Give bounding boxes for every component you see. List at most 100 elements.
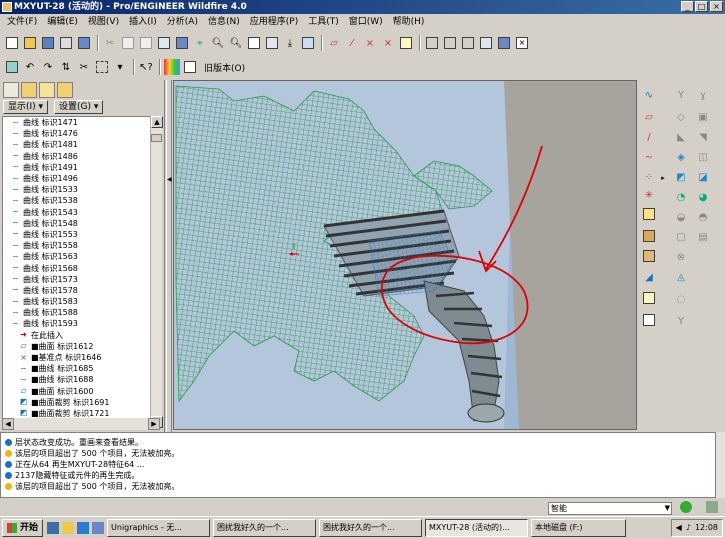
scroll-up-icon[interactable]: ▲: [151, 116, 163, 128]
hole-tool-icon[interactable]: Y: [673, 88, 689, 104]
chamfer-tool-icon[interactable]: ◈: [673, 150, 689, 166]
redo-icon[interactable]: ↷: [40, 59, 56, 75]
redraw-icon[interactable]: [174, 35, 190, 51]
zoom-out-icon[interactable]: 🔍︎: [228, 35, 244, 51]
copy-paste-tool-icon[interactable]: [641, 314, 657, 330]
tree-item[interactable]: ▱ ■曲面 标识1600: [3, 386, 151, 397]
analysis-tool-icon[interactable]: [641, 208, 657, 224]
legacy-version-button[interactable]: 旧版本(O): [204, 61, 245, 74]
scroll-thumb[interactable]: [151, 134, 162, 142]
note-tool-icon[interactable]: [641, 292, 657, 308]
speaker-icon[interactable]: ♪: [686, 520, 691, 536]
model-graphics[interactable]: [174, 81, 637, 430]
spin-center-icon[interactable]: ⌖: [192, 35, 208, 51]
menu-info[interactable]: 信息(N): [203, 15, 245, 30]
menu-tools[interactable]: 工具(T): [303, 15, 344, 30]
task-browser-2[interactable]: 困扰我好久的一个...: [319, 518, 423, 537]
hidden-line-icon[interactable]: [442, 35, 458, 51]
menu-insert[interactable]: 插入(I): [124, 15, 162, 30]
tree-item[interactable]: ∼ 曲线 标识1578: [3, 285, 151, 296]
menu-view[interactable]: 视图(V): [83, 15, 124, 30]
layers-icon[interactable]: [4, 59, 20, 75]
csys-display-icon[interactable]: ⨯: [380, 35, 396, 51]
scroll-right-icon[interactable]: ▶: [148, 418, 160, 430]
shading-icon[interactable]: [478, 35, 494, 51]
warp-tool-icon[interactable]: Y: [673, 314, 689, 330]
tree-item[interactable]: ∼ ■曲线 标识1688: [3, 374, 151, 385]
tray-arrow-icon[interactable]: ◀: [676, 520, 682, 536]
clock[interactable]: 12:08: [695, 520, 718, 536]
select-box-icon[interactable]: [94, 59, 110, 75]
tree-item[interactable]: ∼ 曲线 标识1563: [3, 251, 151, 262]
tree-item[interactable]: ∼ 曲线 标识1538: [3, 195, 151, 206]
tree-item[interactable]: ➜ 在此插入: [3, 330, 151, 341]
shaft-tool-icon[interactable]: ɣ: [695, 88, 711, 104]
tree-item[interactable]: ∼ 曲线 标识1548: [3, 218, 151, 229]
solidify-tool-icon[interactable]: ▢: [673, 230, 689, 246]
trim-tool-icon[interactable]: ◔: [673, 190, 689, 206]
tree-item[interactable]: ∼ 曲线 标识1588: [3, 307, 151, 318]
tree-item[interactable]: ∼ 曲线 标识1573: [3, 274, 151, 285]
model-tree-toggle-icon[interactable]: [496, 35, 512, 51]
mirror-tool-icon[interactable]: ◩: [673, 170, 689, 186]
offset-tool-icon[interactable]: ◒: [673, 210, 689, 226]
new-file-icon[interactable]: [4, 35, 20, 51]
no-hidden-icon[interactable]: [460, 35, 476, 51]
task-local-disk[interactable]: 本地磁盘 (F:): [531, 518, 627, 537]
cut-icon[interactable]: ✂: [102, 35, 118, 51]
reorient-icon[interactable]: [264, 35, 280, 51]
project-tool-icon[interactable]: ▤: [695, 230, 711, 246]
tree-item[interactable]: ∼ 曲线 标识1471: [3, 117, 151, 128]
maximize-button[interactable]: □: [695, 1, 708, 12]
saved-views-icon[interactable]: [300, 35, 316, 51]
rib-tool-icon[interactable]: ▣: [695, 110, 711, 126]
merge-tool-icon[interactable]: ◪: [695, 170, 711, 186]
favorites-tab-icon[interactable]: [39, 82, 55, 98]
boundary-blend-tool-icon[interactable]: ◬: [673, 270, 689, 286]
task-proe[interactable]: MXYUT-28 (活动的)...: [425, 518, 529, 537]
tree-item[interactable]: ∼ 曲线 标识1558: [3, 240, 151, 251]
model-tree-tab-icon[interactable]: [3, 82, 19, 98]
tree-item[interactable]: ∼ 曲线 标识1543: [3, 207, 151, 218]
tree-item[interactable]: ∼ 曲线 标识1496: [3, 173, 151, 184]
wireframe-icon[interactable]: [424, 35, 440, 51]
settings-dropdown[interactable]: 设置(G) ▾: [53, 100, 104, 114]
open-folder-icon[interactable]: [22, 35, 38, 51]
datum-plane-display-icon[interactable]: ▱: [326, 35, 342, 51]
sweep-tool-icon[interactable]: ◢: [641, 270, 657, 286]
paste-icon[interactable]: [138, 35, 154, 51]
tree-item[interactable]: ∼ 曲线 标识1593: [3, 318, 151, 329]
close-window-icon[interactable]: ×: [514, 35, 530, 51]
sash-arrow-icon[interactable]: ◀: [167, 176, 172, 183]
menu-window[interactable]: 窗口(W): [344, 15, 388, 30]
copy-icon[interactable]: [120, 35, 136, 51]
datum-plane-tool-icon[interactable]: ▱: [641, 110, 657, 126]
csys-tool-icon[interactable]: ✳: [641, 188, 657, 204]
print-icon[interactable]: [58, 35, 74, 51]
datum-curve-tool-icon[interactable]: ∼: [641, 150, 657, 166]
chevron-down-icon[interactable]: ▾: [112, 59, 128, 75]
selection-filter-select[interactable]: 智能 ▼: [548, 502, 672, 515]
pattern-tool-icon[interactable]: ◫: [695, 150, 711, 166]
tree-item[interactable]: ◩ ■曲面裁剪 标识1691: [3, 397, 151, 408]
annotation-display-icon[interactable]: [398, 35, 414, 51]
datum-point-display-icon[interactable]: ×: [362, 35, 378, 51]
tree-item[interactable]: ▱ ■曲面 标识1612: [3, 341, 151, 352]
scroll-left-icon[interactable]: ◀: [2, 418, 14, 430]
menu-help[interactable]: 帮助(H): [388, 15, 430, 30]
thicken-tool-icon[interactable]: ◓: [695, 210, 711, 226]
tree-item[interactable]: ∼ 曲线 标识1481: [3, 139, 151, 150]
menu-analysis[interactable]: 分析(A): [162, 15, 203, 30]
close-button[interactable]: ×: [710, 1, 723, 12]
sketch-tool-icon[interactable]: ∿: [641, 88, 657, 104]
menu-edit[interactable]: 编辑(E): [42, 15, 83, 30]
tree-item[interactable]: ∼ 曲线 标识1533: [3, 184, 151, 195]
context-help-icon[interactable]: ↖?: [138, 59, 154, 75]
undo-icon[interactable]: ↶: [22, 59, 38, 75]
task-browser-1[interactable]: 困扰我好久的一个...: [213, 518, 317, 537]
minimize-button[interactable]: _: [681, 1, 694, 12]
folder-browser-tab-icon[interactable]: [21, 82, 37, 98]
extrude-tool-icon[interactable]: [641, 230, 657, 246]
chevron-down-icon[interactable]: ▼: [665, 503, 670, 514]
task-unigraphics[interactable]: Unigraphics - 无...: [107, 518, 211, 537]
